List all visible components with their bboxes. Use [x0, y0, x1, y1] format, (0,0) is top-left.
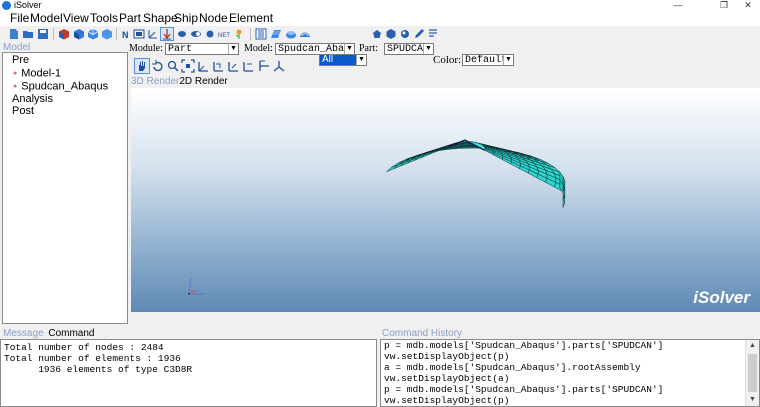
module-selector-row: Module: Part ▼ Model: Spudcan_Abaqus ▼ Par… [128, 42, 760, 56]
axis-triad-icon [188, 277, 205, 295]
tab-message[interactable]: Message [3, 328, 44, 339]
tree-bullet-icon: ● [13, 83, 18, 90]
menu-shape[interactable]: Shape [143, 11, 178, 26]
part-label: Part: [359, 43, 378, 54]
view-left-icon[interactable] [257, 59, 271, 73]
svg-text:N: N [122, 30, 129, 40]
fit-view-icon[interactable] [181, 59, 195, 73]
list-view-icon[interactable] [255, 28, 267, 40]
view-toolbar [131, 58, 331, 75]
tree-item-spudcan-abaqus[interactable]: ● Spudcan_Abaqus [13, 80, 108, 93]
menu-part[interactable]: Part [119, 11, 141, 26]
command-history-list[interactable]: p = mdb.models['Spudcan_Abaqus'].parts['… [380, 339, 760, 407]
flower-icon[interactable] [233, 28, 245, 40]
save-icon[interactable] [37, 28, 49, 40]
cube-mesh-icon[interactable] [101, 28, 113, 40]
node-label-icon[interactable]: N [120, 28, 132, 40]
history-line[interactable]: vw.setDisplayObject(p) [384, 351, 509, 362]
spudcan-mesh [386, 139, 566, 208]
menu-file[interactable]: File [10, 11, 29, 26]
history-line[interactable]: a = mdb.models['Spudcan_Abaqus'].rootAss… [384, 362, 641, 373]
history-scrollbar[interactable]: ▲ ▼ [745, 340, 759, 406]
pan-hand-icon[interactable] [134, 58, 150, 74]
tab-2d-render[interactable]: 2D Render [179, 76, 227, 87]
shell-icon[interactable] [299, 28, 311, 40]
element-toggle-icon[interactable] [133, 28, 145, 40]
grid-surface-icon[interactable] [270, 28, 282, 40]
properties-icon[interactable] [427, 28, 439, 40]
view-back-icon[interactable] [212, 59, 226, 73]
tab-3d-render[interactable]: 3D Render [131, 76, 179, 87]
message-line: 1936 elements of type C3D8R [4, 364, 193, 375]
sphere-dark-icon[interactable] [176, 28, 188, 40]
model-label: Model: [244, 43, 273, 54]
message-line: Total number of elements : 1936 [4, 353, 181, 364]
mesh-element [386, 164, 399, 172]
history-line[interactable]: p = mdb.models['Spudcan_Abaqus'].parts['… [384, 340, 663, 351]
view-front-icon[interactable] [197, 59, 211, 73]
part-select[interactable]: SPUDCAN ▼ [384, 43, 434, 55]
tree-item-post[interactable]: Post [12, 105, 34, 118]
tree-item-pre[interactable]: Pre [12, 54, 29, 67]
minimize-button[interactable]: — [670, 0, 686, 11]
history-line[interactable]: p = mdb.models['Spudcan_Abaqus'].parts['… [384, 384, 663, 395]
title-bar: iSolver — ❐ ✕ [0, 0, 760, 11]
scroll-up-icon[interactable]: ▲ [746, 340, 759, 352]
message-line: Total number of nodes : 2484 [4, 342, 164, 353]
tree-item-model-1[interactable]: ● Model-1 [13, 67, 61, 80]
cube-wire-icon[interactable] [87, 28, 99, 40]
close-button[interactable]: ✕ [740, 0, 756, 11]
maximize-button[interactable]: ❐ [716, 0, 732, 11]
app-logo-icon [2, 1, 11, 10]
menu-model[interactable]: Model [30, 11, 63, 26]
message-output[interactable]: Total number of nodes : 2484 Total numbe… [0, 339, 377, 407]
pentagon-icon[interactable] [371, 28, 383, 40]
model-tree[interactable]: Pre ● Model-1 ● Spudcan_Abaqus Analysis Po… [2, 52, 128, 324]
menu-ship[interactable]: Ship [174, 11, 198, 26]
axis-icon[interactable] [147, 28, 159, 40]
render-tabs: 3D Render2D Render [131, 76, 228, 88]
module-label: Module: [129, 43, 163, 54]
main-toolbar: N NET All ▼ Color: Default ▼ [0, 26, 760, 66]
load-arrow-icon[interactable] [160, 27, 174, 41]
model-select[interactable]: Spudcan_Abaqus ▼ [275, 43, 355, 55]
new-file-icon[interactable] [8, 28, 20, 40]
cube-blue-icon[interactable] [73, 28, 85, 40]
view-top-icon[interactable] [227, 59, 241, 73]
cube-shaded-icon[interactable] [58, 28, 70, 40]
toggle-icon[interactable] [190, 28, 202, 40]
scroll-thumb[interactable] [748, 354, 757, 392]
mesh-element [460, 147, 475, 149]
svg-text:NET: NET [218, 33, 230, 39]
net-label-icon[interactable]: NET [218, 28, 230, 40]
tab-command[interactable]: Command [48, 328, 94, 339]
shape-fill-icon[interactable] [399, 28, 411, 40]
view-iso-icon[interactable] [272, 59, 286, 73]
view-bottom-icon[interactable] [242, 59, 256, 73]
3d-viewport[interactable]: iSolver [131, 88, 760, 312]
menu-tools[interactable]: Tools [90, 11, 118, 26]
open-folder-icon[interactable] [22, 28, 34, 40]
module-select[interactable]: Part ▼ [165, 43, 239, 55]
zoom-icon[interactable] [166, 59, 180, 73]
brand-watermark: iSolver [693, 288, 750, 307]
menu-node[interactable]: Node [199, 11, 228, 26]
menu-bar: File Model View Tools Part Shape Ship No… [0, 11, 760, 26]
tree-bullet-icon: ● [13, 70, 18, 77]
history-line[interactable]: vw.setDisplayObject(p) [384, 395, 509, 406]
scroll-down-icon[interactable]: ▼ [746, 394, 759, 406]
surface-icon[interactable] [285, 28, 297, 40]
history-line[interactable]: vw.setDisplayObject(a) [384, 373, 509, 384]
hexagon-icon[interactable] [385, 28, 397, 40]
rotate-icon[interactable] [151, 59, 165, 73]
menu-view[interactable]: View [63, 11, 89, 26]
pencil-icon[interactable] [413, 28, 425, 40]
menu-element[interactable]: Element [229, 11, 273, 26]
window-title: iSolver [14, 0, 42, 10]
sphere-icon[interactable] [204, 28, 216, 40]
